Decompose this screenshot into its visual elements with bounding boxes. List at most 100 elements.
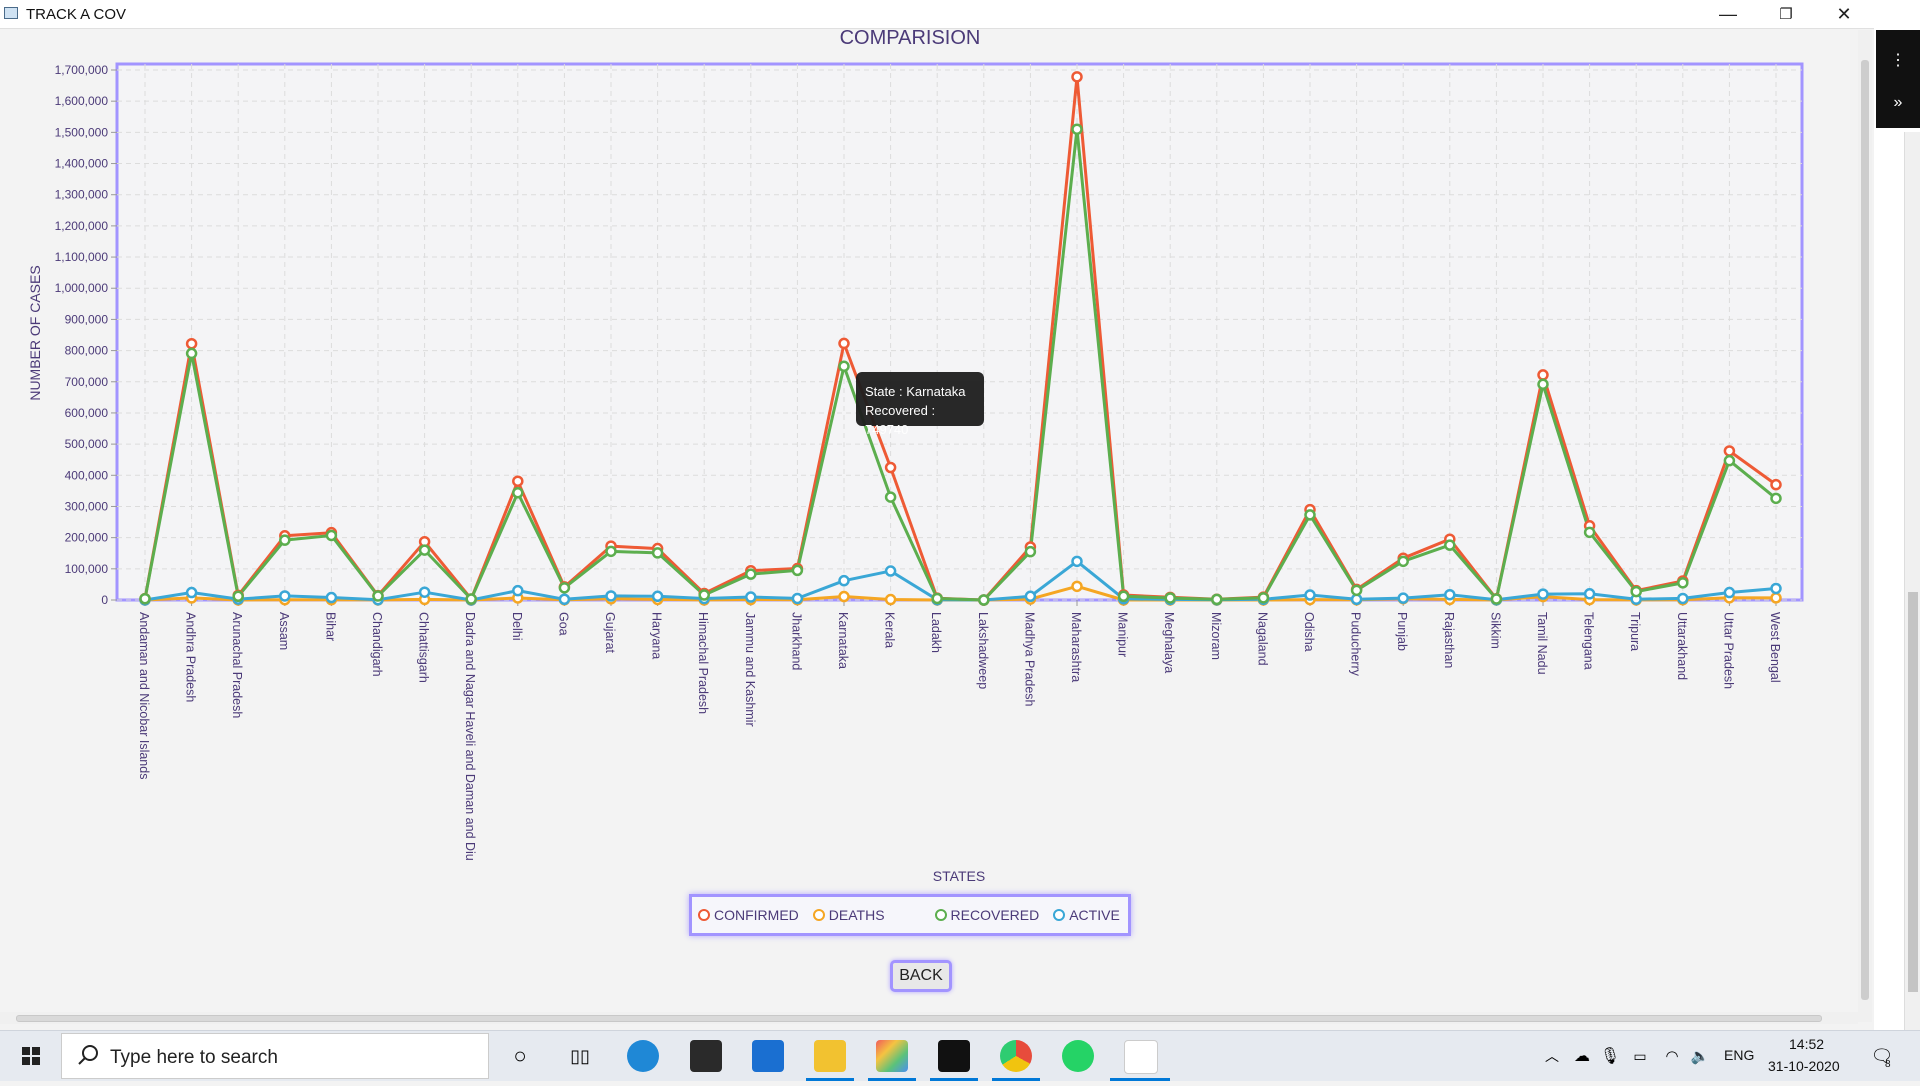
data-point-recovered [512, 487, 524, 499]
data-point-recovered [279, 534, 291, 546]
data-point-active [1304, 589, 1316, 601]
clock-date[interactable]: 31-10-2020 [1768, 1058, 1840, 1074]
data-point-recovered [558, 582, 571, 594]
x-tick-label: Himachal Pradesh [696, 612, 710, 714]
data-point-deaths [838, 590, 850, 603]
outer-scrollbar-thumb[interactable] [1908, 592, 1918, 992]
x-tick-label: Manipur [1116, 612, 1130, 657]
x-tick-label: Tamil Nadu [1535, 612, 1549, 675]
y-tick-label: 1,500,000 [55, 125, 109, 139]
x-tick-label: Gujarat [603, 612, 617, 654]
edge-browser-icon[interactable] [627, 1040, 659, 1072]
data-point-recovered [1444, 539, 1456, 551]
x-tick-label: Ladakh [929, 612, 943, 653]
active-marker-icon [1053, 909, 1066, 921]
x-tick-label: Odisha [1302, 612, 1316, 652]
data-point-recovered [978, 594, 990, 606]
data-point-recovered [1117, 590, 1130, 603]
search-icon [78, 1045, 98, 1065]
java-app-icon[interactable] [1124, 1040, 1158, 1074]
legend-item-recovered[interactable]: RECOVERED [934, 907, 1039, 923]
data-point-active [838, 574, 850, 587]
data-point-recovered [931, 592, 943, 605]
taskbar-search-box[interactable]: Type here to search [61, 1033, 489, 1079]
start-button[interactable] [0, 1031, 60, 1081]
x-tick-label: Lakshadweep [976, 612, 990, 689]
window-titlebar: TRACK A COV — ❐ ✕ [0, 0, 1874, 29]
data-point-recovered [1677, 577, 1689, 589]
data-point-recovered [232, 590, 244, 603]
data-point-recovered [1630, 585, 1642, 598]
app-horizontal-scrollbar-thumb[interactable] [16, 1015, 1822, 1022]
data-point-confirmed [838, 337, 850, 350]
maximize-button[interactable]: ❐ [1758, 0, 1814, 28]
x-tick-label: Nagaland [1255, 612, 1269, 666]
y-axis-label: NUMBER OF CASES [27, 265, 43, 400]
data-point-active [1444, 588, 1456, 601]
legend-item-confirmed[interactable]: CONFIRMED [698, 907, 799, 923]
x-tick-label: Rajasthan [1442, 612, 1456, 668]
data-point-active [185, 586, 198, 599]
data-point-recovered [1211, 593, 1223, 606]
x-tick-label: Uttarakhand [1675, 612, 1689, 680]
cortana-icon[interactable]: ○ [504, 1040, 536, 1072]
y-tick-label: 200,000 [65, 531, 109, 545]
data-point-active [325, 591, 338, 604]
x-tick-label: Punjab [1395, 612, 1409, 651]
file-explorer-icon[interactable] [814, 1040, 846, 1072]
legend-item-active[interactable]: ACTIVE [1053, 907, 1120, 923]
data-point-recovered [465, 593, 477, 605]
volume-icon[interactable]: 🔈 [1684, 1040, 1716, 1072]
data-point-recovered [1770, 492, 1782, 505]
app-vertical-scrollbar-thumb[interactable] [1861, 60, 1869, 1000]
intellij-icon[interactable] [938, 1040, 970, 1072]
y-tick-label: 900,000 [65, 312, 109, 326]
mail-icon[interactable] [752, 1040, 784, 1072]
data-point-active [745, 591, 757, 603]
data-point-recovered [838, 360, 850, 373]
legend-item-deaths[interactable]: DEATHS [812, 907, 885, 923]
paint-app-icon[interactable] [876, 1040, 908, 1072]
x-tick-label: Meghalaya [1162, 612, 1176, 673]
data-point-recovered [884, 491, 897, 503]
more-options-icon[interactable]: ⋮ [1876, 50, 1920, 70]
data-point-active [791, 592, 804, 605]
data-point-active [1024, 590, 1037, 603]
data-point-recovered [745, 568, 757, 580]
app-vertical-scrollbar[interactable] [1858, 30, 1872, 1022]
x-tick-label: Chhattisgarh [417, 612, 431, 683]
language-indicator[interactable]: ENG [1724, 1047, 1754, 1063]
x-tick-label: Telengana [1582, 612, 1596, 670]
search-placeholder: Type here to search [110, 1047, 278, 1068]
data-point-deaths [884, 593, 897, 606]
data-point-recovered [325, 529, 338, 542]
data-point-active [1537, 588, 1549, 600]
y-tick-label: 1,000,000 [55, 281, 109, 295]
battery-icon[interactable]: ▭ [1624, 1040, 1656, 1072]
chart-legend: CONFIRMED DEATHS RECOVERED ACTIVE [689, 894, 1131, 936]
data-point-recovered [1537, 378, 1549, 391]
whatsapp-icon[interactable] [1062, 1040, 1094, 1072]
microphone-icon[interactable]: 🎙 [1594, 1040, 1626, 1072]
notifications-icon[interactable]: 🗨 [1866, 1040, 1898, 1072]
y-tick-label: 0 [101, 593, 108, 607]
data-point-recovered [1490, 593, 1503, 605]
task-view-icon[interactable]: ▯▯ [564, 1040, 596, 1072]
chrome-icon[interactable] [1000, 1040, 1032, 1072]
data-point-recovered [372, 590, 384, 602]
clock-time[interactable]: 14:52 [1789, 1036, 1824, 1052]
tray-expand-icon[interactable]: ︿ [1536, 1040, 1568, 1072]
legend-label: ACTIVE [1069, 907, 1120, 923]
expand-icon[interactable]: » [1876, 94, 1920, 112]
store-icon[interactable] [690, 1040, 722, 1072]
back-button[interactable]: BACK [890, 960, 952, 992]
outer-vertical-scrollbar[interactable] [1904, 132, 1920, 1030]
y-tick-label: 1,200,000 [55, 219, 109, 233]
app-horizontal-scrollbar[interactable] [0, 1012, 1858, 1024]
data-point-deaths [1071, 580, 1083, 593]
data-point-confirmed [1071, 71, 1083, 83]
close-button[interactable]: ✕ [1816, 0, 1872, 28]
chart-title: COMPARISION [840, 28, 981, 49]
windows-logo-icon [22, 1047, 40, 1065]
minimize-button[interactable]: — [1700, 0, 1756, 28]
